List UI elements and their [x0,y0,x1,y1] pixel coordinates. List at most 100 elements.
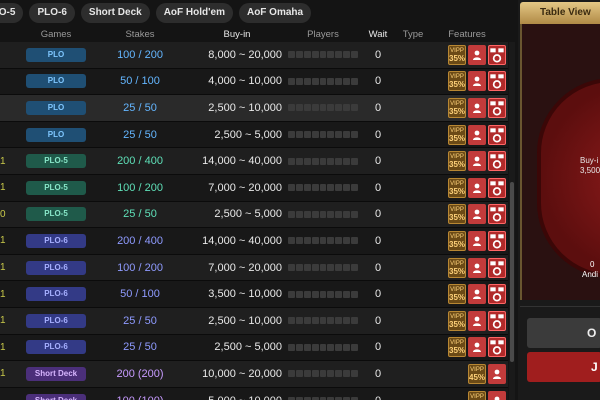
empty-seat-icon [295,77,303,85]
row-lead-count: 1 [0,288,6,300]
avatar-feature-icon [468,124,486,145]
empty-seat-icon [343,104,351,112]
col-wait[interactable]: Wait [358,29,398,40]
empty-seat-icon [303,104,311,112]
vip-percent: 35% [449,106,466,116]
table-row[interactable]: Short Deck 100 (100)5,000 ~ 10,000 0 VIPP45… [0,387,508,400]
empty-seat-icon [295,343,303,351]
table-row[interactable]: 1 PLO-6 25 / 50 2,500 ~ 10,000 0 VIPP 35% [0,307,508,335]
empty-seat-icon [335,370,343,378]
game-filter-bar: PLO-5 PLO-6Short DeckAoF Hold'emAoF Omah… [0,0,515,26]
wait-cell: 0 [374,367,382,380]
empty-seat-icon [327,104,335,112]
table-row[interactable]: PLO 25 / 50 2,500 ~ 5,000 0 VIPP 35% [0,121,508,149]
table-view-tab[interactable]: Table View [520,2,600,24]
empty-seat-icon [311,237,319,245]
features-cell: VIPP 35% [428,71,508,92]
player-seat[interactable]: 0 Andi [582,260,598,280]
empty-seat-icon [319,237,327,245]
empty-seat-icon [288,104,295,112]
stakes-cell: 200 (200) [116,367,164,380]
vip-rakeback-badge: VIPP 35% [448,151,466,172]
empty-seat-icon [343,131,351,139]
col-games[interactable]: Games [18,29,94,40]
join-button[interactable]: J [527,352,600,382]
empty-seat-icon [351,264,359,272]
empty-seat-icon [311,157,319,165]
empty-seat-icon [351,370,359,378]
players-cell [288,184,359,192]
empty-seat-icon [335,210,343,218]
table-row[interactable]: 1 PLO-6 200 / 400 14,000 ~ 40,000 0 VIPP 35% [0,228,508,255]
empty-seat-icon [311,77,319,85]
empty-seat-icon [303,184,311,192]
players-cell [288,77,359,85]
col-buyin[interactable]: Buy-in [186,29,288,40]
features-cell: VIPP 35% [428,124,508,145]
vip-percent: 35% [449,293,466,303]
empty-seat-icon [288,210,295,218]
empty-seat-icon [303,343,311,351]
stakes-cell: 25 / 50 [123,314,157,327]
stakes-cell: 200 / 400 [117,234,163,247]
empty-seat-icon [295,157,303,165]
row-lead-count: 1 [0,235,6,247]
table-feature-icon [488,204,506,225]
players-cell [288,290,359,298]
wait-cell: 0 [374,101,382,114]
table-row[interactable]: PLO 100 / 200 8,000 ~ 20,000 0 VIPP 35% [0,42,508,69]
col-players[interactable]: Players [288,29,358,40]
stakes-cell: 25 / 50 [123,128,157,141]
empty-seat-icon [327,131,335,139]
table-row[interactable]: PLO 25 / 50 2,500 ~ 10,000 0 VIPP 35% [0,95,508,122]
stakes-cell: 200 / 400 [117,155,163,168]
observe-button[interactable]: O [527,318,600,348]
empty-seat-icon [288,237,295,245]
table-row[interactable]: PLO 50 / 100 4,000 ~ 10,000 0 VIPP 35% [0,68,508,96]
features-cell: VIPP 35% [428,204,508,225]
empty-seat-icon [311,131,319,139]
buyin-cell: 8,000 ~ 20,000 [208,48,282,61]
table-row[interactable]: 1 PLO-5 100 / 200 7,000 ~ 20,000 0 VIPP 35% [0,174,508,202]
empty-seat-icon [343,264,351,272]
game-badge: PLO-6 [26,287,86,302]
empty-seat-icon [335,237,343,245]
filter-chip[interactable]: PLO-6 [29,3,75,23]
empty-seat-icon [295,184,303,192]
empty-seat-icon [335,184,343,192]
table-row[interactable]: 0 PLO-5 25 / 50 2,500 ~ 5,000 0 VIPP 35% [0,201,508,229]
empty-seat-icon [319,264,327,272]
vip-rakeback-badge: VIPP 35% [448,124,466,145]
scrollbar-thumb[interactable] [510,182,514,362]
game-cell: Short Deck [18,366,94,381]
table-row[interactable]: 1 PLO-6 50 / 100 3,500 ~ 10,000 0 VIPP 35% [0,281,508,308]
table-row[interactable]: 1 PLO-5 200 / 400 14,000 ~ 40,000 0 VIPP 35% [0,148,508,175]
empty-seat-icon [351,343,359,351]
vip-rakeback-badge: VIPP 35% [448,177,466,198]
empty-seat-icon [303,51,311,59]
row-lead-count: 1 [0,368,6,380]
empty-seat-icon [288,157,295,165]
table-row[interactable]: 1 PLO-6 100 / 200 7,000 ~ 20,000 0 VIPP 35% [0,254,508,282]
vip-label: VIPP [450,260,464,267]
empty-seat-icon [327,157,335,165]
col-features: Features [448,28,486,40]
vip-percent: 35% [449,53,466,63]
avatar-feature-icon [468,230,486,251]
wait-cell: 0 [374,181,382,194]
filter-chip[interactable]: AoF Omaha [238,3,312,23]
filter-chip-lead[interactable]: PLO-5 [0,3,24,23]
vip-percent: 35% [449,213,466,223]
empty-seat-icon [319,184,327,192]
table-row[interactable]: 1 PLO-6 25 / 50 2,500 ~ 5,000 0 VIPP 35% [0,334,508,362]
filter-chip[interactable]: Short Deck [80,3,150,23]
game-badge: PLO-5 [26,154,86,169]
filter-chip[interactable]: AoF Hold'em [155,3,233,23]
col-type[interactable]: Type [398,29,428,40]
col-stakes[interactable]: Stakes [94,29,186,40]
empty-seat-icon [343,77,351,85]
players-cell [288,157,359,165]
table-row[interactable]: 1 Short Deck 200 (200) 10,000 ~ 20,000 0 VIPP… [0,361,508,388]
buyin-cell: 4,000 ~ 10,000 [208,75,282,88]
empty-seat-icon [303,290,311,298]
